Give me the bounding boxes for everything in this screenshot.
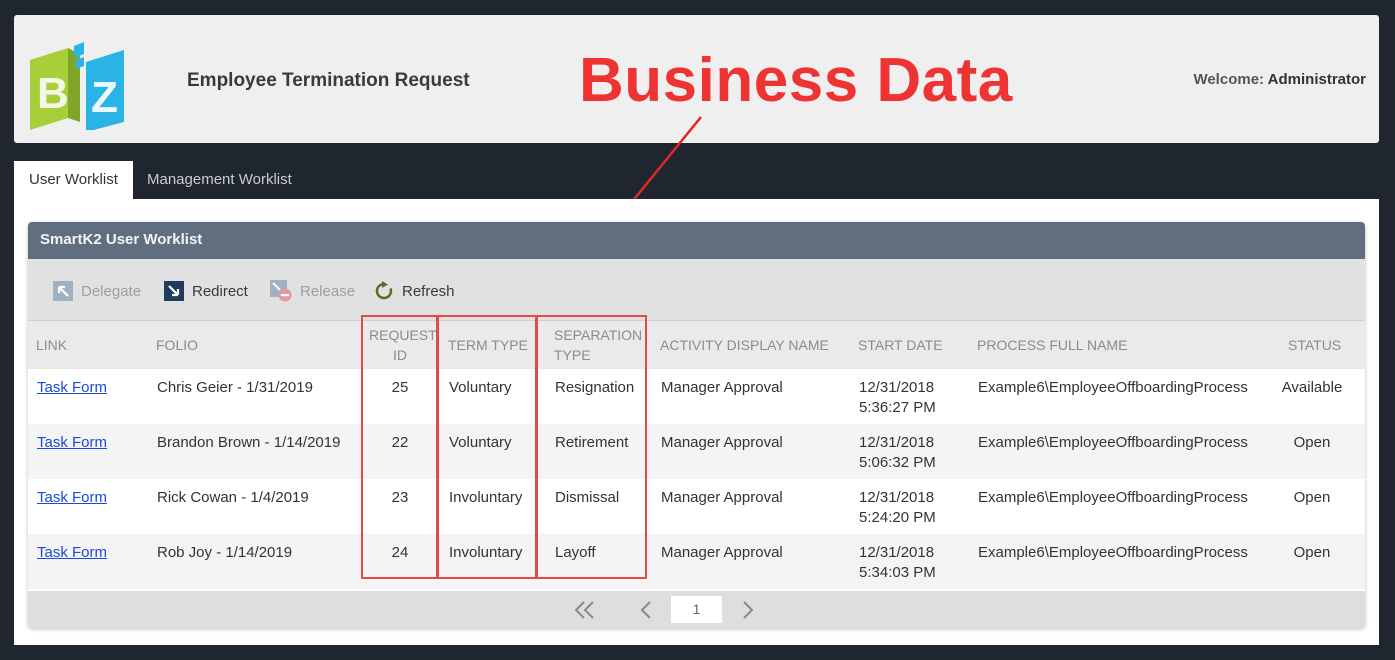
separation-type-cell: Resignation bbox=[555, 379, 635, 396]
current-page-indicator[interactable]: 1 bbox=[671, 596, 722, 623]
tab-user-worklist[interactable]: User Worklist bbox=[14, 161, 133, 199]
process-cell: Example6\EmployeeOffboardingProcess bbox=[978, 434, 1248, 451]
process-cell: Example6\EmployeeOffboardingProcess bbox=[978, 489, 1248, 506]
main-content: SmartK2 User Worklist Delegate Redirect bbox=[14, 199, 1379, 645]
release-button[interactable]: Release bbox=[270, 279, 355, 303]
column-header-activity-display-name[interactable]: ACTIVITY DISPLAY NAME bbox=[660, 335, 829, 355]
folio-cell: Chris Geier - 1/31/2019 bbox=[157, 379, 313, 396]
column-header-request-id-line2: ID bbox=[393, 347, 407, 363]
status-cell: Open bbox=[1293, 434, 1331, 451]
table-header: LINK FOLIO REQUEST ID TERM TYPE SEPARATI… bbox=[28, 321, 1365, 369]
task-form-link[interactable]: Task Form bbox=[37, 433, 107, 453]
start-time-value: 5:24:20 PM bbox=[859, 509, 936, 526]
start-date-value: 12/31/2018 bbox=[859, 379, 935, 396]
refresh-icon bbox=[375, 281, 393, 300]
refresh-label: Refresh bbox=[402, 282, 455, 300]
release-label: Release bbox=[300, 282, 356, 300]
delegate-button[interactable]: Delegate bbox=[53, 279, 141, 303]
start-date-cell: 12/31/2018 5:36:27 PM bbox=[859, 378, 936, 418]
separation-type-cell: Retirement bbox=[555, 434, 629, 451]
request-id-cell: 24 bbox=[391, 544, 409, 561]
status-cell: Available bbox=[1281, 379, 1343, 396]
refresh-button[interactable]: Refresh bbox=[374, 279, 455, 303]
term-type-cell: Involuntary bbox=[449, 489, 523, 506]
task-form-link[interactable]: Task Form bbox=[37, 488, 107, 508]
worklist-panel: SmartK2 User Worklist Delegate Redirect bbox=[28, 222, 1365, 628]
activity-cell: Manager Approval bbox=[661, 434, 783, 451]
redirect-icon bbox=[164, 281, 184, 301]
delegate-icon bbox=[53, 281, 73, 301]
column-header-request-id[interactable]: REQUEST ID bbox=[369, 325, 437, 365]
term-type-cell: Voluntary bbox=[449, 379, 512, 396]
separation-type-cell: Layoff bbox=[555, 544, 596, 561]
release-icon bbox=[270, 280, 292, 302]
redirect-button[interactable]: Redirect bbox=[164, 279, 248, 303]
table-row[interactable]: Task Form Rick Cowan - 1/4/2019 23 Invol… bbox=[28, 479, 1365, 534]
column-header-link[interactable]: LINK bbox=[36, 335, 67, 355]
separation-type-cell: Dismissal bbox=[555, 489, 620, 506]
folio-cell: Rick Cowan - 1/4/2019 bbox=[157, 489, 309, 506]
start-date-cell: 12/31/2018 5:06:32 PM bbox=[859, 433, 936, 473]
start-date-value: 12/31/2018 bbox=[859, 489, 935, 506]
start-date-value: 12/31/2018 bbox=[859, 434, 935, 451]
double-chevron-left-icon[interactable] bbox=[574, 600, 596, 620]
task-form-link[interactable]: Task Form bbox=[37, 543, 107, 563]
start-date-value: 12/31/2018 bbox=[859, 544, 935, 561]
activity-cell: Manager Approval bbox=[661, 489, 783, 506]
tab-management-worklist[interactable]: Management Worklist bbox=[132, 161, 307, 199]
start-date-cell: 12/31/2018 5:24:20 PM bbox=[859, 488, 936, 528]
table-row[interactable]: Task Form Chris Geier - 1/31/2019 25 Vol… bbox=[28, 369, 1365, 424]
table-row[interactable]: Task Form Rob Joy - 1/14/2019 24 Involun… bbox=[28, 534, 1365, 589]
chevron-left-icon[interactable] bbox=[639, 600, 653, 620]
activity-cell: Manager Approval bbox=[661, 544, 783, 561]
column-header-process-full-name[interactable]: PROCESS FULL NAME bbox=[977, 335, 1127, 355]
column-header-status[interactable]: STATUS bbox=[1288, 335, 1341, 355]
start-time-value: 5:36:27 PM bbox=[859, 399, 936, 416]
column-header-term-type[interactable]: TERM TYPE bbox=[448, 335, 528, 355]
redirect-label: Redirect bbox=[192, 282, 248, 300]
delegate-label: Delegate bbox=[81, 282, 142, 300]
folio-cell: Rob Joy - 1/14/2019 bbox=[157, 544, 293, 561]
request-id-cell: 23 bbox=[391, 489, 409, 506]
process-cell: Example6\EmployeeOffboardingProcess bbox=[978, 379, 1248, 396]
activity-cell: Manager Approval bbox=[661, 379, 783, 396]
column-header-separation-type-line1: SEPARATION bbox=[554, 327, 643, 343]
start-date-cell: 12/31/2018 5:34:03 PM bbox=[859, 543, 936, 583]
pagination-bar: 1 bbox=[28, 591, 1365, 628]
column-header-folio[interactable]: FOLIO bbox=[156, 335, 198, 355]
column-header-start-date[interactable]: START DATE bbox=[858, 335, 943, 355]
folio-cell: Brandon Brown - 1/14/2019 bbox=[157, 434, 341, 451]
start-time-value: 5:06:32 PM bbox=[859, 454, 936, 471]
start-time-value: 5:34:03 PM bbox=[859, 564, 936, 581]
column-header-request-id-line1: REQUEST bbox=[369, 327, 437, 343]
worklist-toolbar: Delegate Redirect Release Refresh bbox=[28, 259, 1365, 321]
request-id-cell: 25 bbox=[391, 379, 409, 396]
panel-title: SmartK2 User Worklist bbox=[28, 222, 1365, 259]
column-header-separation-type[interactable]: SEPARATION TYPE bbox=[554, 325, 642, 365]
column-header-separation-type-line2: TYPE bbox=[554, 347, 591, 363]
status-cell: Open bbox=[1293, 544, 1331, 561]
task-form-link[interactable]: Task Form bbox=[37, 378, 107, 398]
process-cell: Example6\EmployeeOffboardingProcess bbox=[978, 544, 1248, 561]
chevron-right-icon[interactable] bbox=[741, 600, 755, 620]
term-type-cell: Voluntary bbox=[449, 434, 512, 451]
request-id-cell: 22 bbox=[391, 434, 409, 451]
status-cell: Open bbox=[1293, 489, 1331, 506]
table-row[interactable]: Task Form Brandon Brown - 1/14/2019 22 V… bbox=[28, 424, 1365, 479]
term-type-cell: Involuntary bbox=[449, 544, 523, 561]
